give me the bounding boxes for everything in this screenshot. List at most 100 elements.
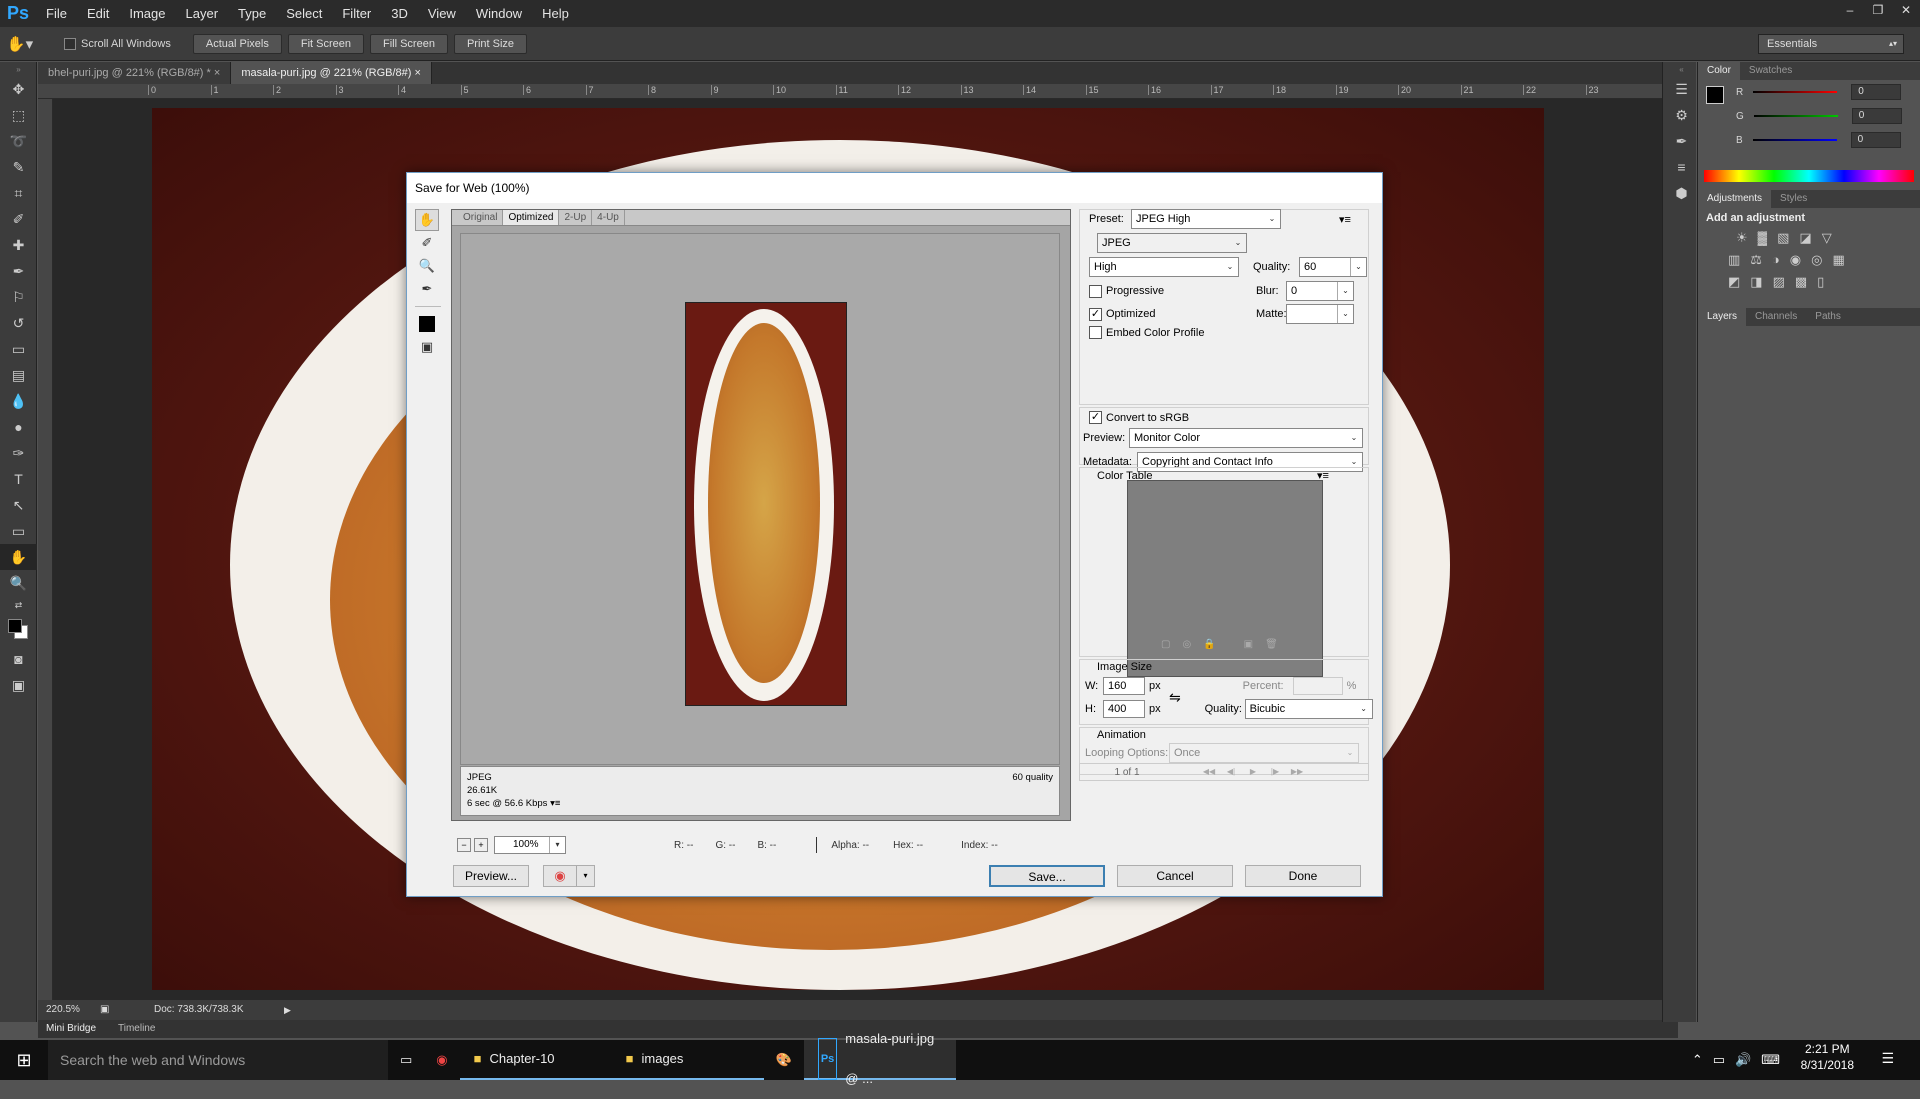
- foreground-color-swatch[interactable]: [7, 619, 22, 633]
- red-slider[interactable]: [1753, 91, 1838, 93]
- tab-layers[interactable]: Layers: [1698, 308, 1747, 326]
- close-icon[interactable]: ✕: [1892, 0, 1920, 20]
- 3d-panel-icon[interactable]: ⬢: [1663, 180, 1700, 206]
- eyedropper-color-swatch[interactable]: [415, 313, 439, 335]
- menu-select[interactable]: Select: [276, 0, 332, 27]
- optimized-preview[interactable]: [460, 233, 1060, 765]
- hand-tool-preset-icon[interactable]: ✋▾: [0, 35, 40, 53]
- history-brush-tool-icon[interactable]: ↺: [0, 310, 37, 336]
- quick-mask-icon[interactable]: ◙: [0, 646, 37, 672]
- crop-tool-icon[interactable]: ⌗: [0, 180, 37, 206]
- tab-paths[interactable]: Paths: [1806, 308, 1850, 326]
- zoom-out-icon[interactable]: −: [457, 838, 471, 852]
- move-tool-icon[interactable]: ✥: [0, 76, 37, 102]
- color-swatches[interactable]: [0, 614, 37, 646]
- map-color-icon[interactable]: ▢: [1161, 639, 1170, 650]
- zoom-tool-icon[interactable]: 🔍: [415, 255, 439, 277]
- zoom-level[interactable]: 220.5%: [46, 1000, 80, 1020]
- tab-mini-bridge[interactable]: Mini Bridge: [46, 1020, 96, 1038]
- embed-profile-checkbox[interactable]: [1089, 326, 1102, 339]
- blue-slider[interactable]: [1752, 139, 1837, 141]
- zoom-tool-icon[interactable]: 🔍: [0, 570, 37, 596]
- looping-select[interactable]: Once ⌄: [1169, 743, 1359, 763]
- fit-screen-button[interactable]: Fit Screen: [287, 33, 364, 54]
- stamp-tool-icon[interactable]: ⚐: [0, 284, 37, 310]
- menu-file[interactable]: File: [36, 0, 77, 27]
- scroll-all-checkbox[interactable]: [64, 37, 76, 50]
- fill-screen-button[interactable]: Fill Screen: [369, 33, 448, 54]
- scroll-all-windows-option[interactable]: Scroll All Windows: [64, 37, 171, 50]
- type-tool-icon[interactable]: T: [0, 466, 37, 492]
- percent-input[interactable]: [1292, 677, 1343, 695]
- chevron-down-icon[interactable]: ⌄: [1337, 282, 1353, 300]
- format-select[interactable]: JPEG ⌄: [1097, 233, 1247, 253]
- gradient-tool-icon[interactable]: ▤: [0, 362, 37, 388]
- menu-3d[interactable]: 3D: [381, 0, 418, 27]
- notifications-icon[interactable]: ☰: [1881, 1050, 1894, 1067]
- windows-start-icon[interactable]: ⊞: [0, 1040, 48, 1080]
- menu-filter[interactable]: Filter: [332, 0, 381, 27]
- optimized-checkbox[interactable]: ✓: [1089, 307, 1102, 321]
- properties-panel-icon[interactable]: ⚙: [1663, 102, 1700, 128]
- first-frame-icon[interactable]: ◀◀: [1198, 765, 1220, 779]
- compression-select[interactable]: High ⌄: [1089, 257, 1239, 277]
- chevron-up-icon[interactable]: ⌃: [1692, 1052, 1703, 1068]
- zoom-in-icon[interactable]: +: [474, 838, 488, 852]
- play-icon[interactable]: ▶: [1242, 765, 1264, 779]
- web-shift-icon[interactable]: ◎: [1182, 639, 1191, 650]
- quick-select-tool-icon[interactable]: ✎: [0, 154, 37, 180]
- color-spectrum[interactable]: [1704, 170, 1914, 182]
- preview-button[interactable]: Preview...: [453, 865, 529, 887]
- save-button[interactable]: Save...: [989, 865, 1105, 887]
- menu-icon[interactable]: ▾≡: [550, 798, 560, 809]
- tab-original[interactable]: Original: [458, 210, 504, 225]
- menu-help[interactable]: Help: [532, 0, 579, 27]
- path-select-tool-icon[interactable]: ↖: [0, 492, 37, 518]
- adjustment-icons-row-3[interactable]: ◩◨▨▩▯: [1706, 274, 1912, 290]
- convert-srgb-checkbox[interactable]: ✓: [1089, 411, 1102, 424]
- green-slider[interactable]: [1753, 115, 1838, 117]
- taskbar-search[interactable]: Search the web and Windows: [48, 1040, 388, 1080]
- chevron-down-icon[interactable]: ▾: [576, 866, 594, 886]
- restore-icon[interactable]: ❐: [1864, 0, 1892, 20]
- adjustment-icons-row-2[interactable]: ▥⚖◑◉◎▦: [1706, 252, 1912, 268]
- eyedropper-tool-icon[interactable]: ✒: [415, 278, 439, 300]
- foreground-color-swatch[interactable]: [1706, 86, 1724, 104]
- shape-tool-icon[interactable]: ▭: [0, 518, 37, 544]
- blur-tool-icon[interactable]: 💧: [0, 388, 37, 414]
- menu-image[interactable]: Image: [119, 0, 175, 27]
- optimize-menu-icon[interactable]: ▾≡: [1339, 213, 1351, 226]
- blue-value-input[interactable]: 0: [1850, 132, 1901, 148]
- prev-frame-icon[interactable]: ◀|: [1220, 765, 1242, 779]
- tab-4-up[interactable]: 4-Up: [592, 210, 625, 225]
- task-view-icon[interactable]: ▭: [388, 1040, 424, 1080]
- taskbar-images[interactable]: ■ images: [611, 1040, 764, 1080]
- resample-select[interactable]: Bicubic ⌄: [1244, 699, 1373, 719]
- next-frame-icon[interactable]: |▶: [1264, 765, 1286, 779]
- tab-swatches[interactable]: Swatches: [1740, 62, 1801, 80]
- close-icon[interactable]: ×: [415, 67, 421, 79]
- red-value-input[interactable]: 0: [1851, 84, 1902, 100]
- eraser-tool-icon[interactable]: ▭: [0, 336, 37, 362]
- slice-select-tool-icon[interactable]: ✐: [415, 232, 439, 254]
- paint-icon[interactable]: 🎨: [764, 1040, 804, 1080]
- collapse-icon[interactable]: »: [0, 62, 37, 76]
- chrome-icon[interactable]: ◉: [424, 1040, 459, 1080]
- actual-pixels-button[interactable]: Actual Pixels: [192, 33, 282, 54]
- adjustment-icons-row-1[interactable]: ☀▓▧◪▽: [1706, 230, 1912, 246]
- preset-select[interactable]: JPEG High ⌄: [1131, 209, 1281, 229]
- matte-select[interactable]: ⌄: [1286, 304, 1354, 324]
- preview-mode-select[interactable]: Monitor Color ⌄: [1129, 428, 1363, 448]
- workspace-selector[interactable]: Essentials ▴▾: [1758, 34, 1904, 54]
- taskbar-photoshop[interactable]: Ps masala-puri.jpg @ ...: [803, 1031, 956, 1086]
- menu-type[interactable]: Type: [228, 0, 276, 27]
- tab-timeline[interactable]: Timeline: [118, 1020, 155, 1038]
- healing-brush-tool-icon[interactable]: ✚: [0, 232, 37, 258]
- zoom-select[interactable]: 100% ▾: [494, 836, 566, 854]
- menu-layer[interactable]: Layer: [176, 0, 229, 27]
- tab-optimized[interactable]: Optimized: [503, 210, 560, 225]
- progressive-checkbox[interactable]: [1089, 284, 1102, 298]
- lock-color-icon[interactable]: 🔒: [1203, 639, 1215, 650]
- last-frame-icon[interactable]: ▶▶: [1286, 765, 1308, 779]
- minimize-icon[interactable]: –: [1836, 0, 1864, 20]
